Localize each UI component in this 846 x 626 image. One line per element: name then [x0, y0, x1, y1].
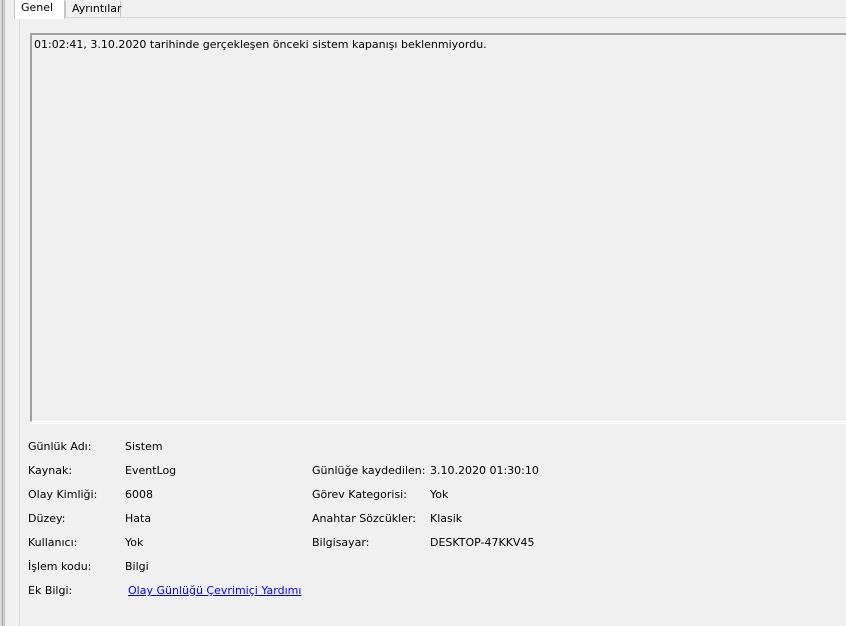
keywords-label: Anahtar Sözcükler:	[312, 512, 417, 525]
event-id-value: 6008	[125, 488, 153, 501]
computer-label: Bilgisayar:	[312, 536, 370, 549]
source-value: EventLog	[125, 464, 177, 477]
log-name-value: Sistem	[125, 440, 163, 453]
tab-strip: Genel Ayrıntılar	[14, 0, 846, 19]
level-label: Düzey:	[28, 512, 66, 525]
event-description-text: 01:02:41, 3.10.2020 tarihinde gerçekleşe…	[34, 38, 487, 51]
computer-value: DESKTOP-47KKV45	[430, 536, 535, 549]
general-tab-panel: 01:02:41, 3.10.2020 tarihinde gerçekleşe…	[19, 17, 846, 626]
keywords-value: Klasik	[430, 512, 463, 525]
user-value: Yok	[125, 536, 144, 549]
task-category-value: Yok	[430, 488, 449, 501]
tab-details[interactable]: Ayrıntılar	[65, 1, 122, 18]
opcode-value: Bilgi	[125, 560, 149, 573]
event-id-label: Olay Kimliği:	[28, 488, 98, 501]
online-help-link[interactable]: Olay Günlüğü Çevrimiçi Yardımı	[128, 583, 301, 599]
opcode-label: İşlem kodu:	[28, 560, 92, 573]
logged-label: Günlüğe kaydedilen:	[312, 464, 426, 477]
window-left-edge	[0, 0, 5, 626]
source-label: Kaynak:	[28, 464, 73, 477]
task-category-label: Görev Kategorisi:	[312, 488, 407, 501]
tab-general[interactable]: Genel	[14, 0, 65, 19]
event-description-box[interactable]: 01:02:41, 3.10.2020 tarihinde gerçekleşe…	[30, 33, 846, 422]
level-value: Hata	[125, 512, 152, 525]
logged-value: 3.10.2020 01:30:10	[430, 464, 539, 477]
user-label: Kullanıcı:	[28, 536, 78, 549]
section-divider	[30, 423, 846, 424]
log-name-label: Günlük Adı:	[28, 440, 92, 453]
more-info-label: Ek Bilgi:	[28, 584, 73, 597]
